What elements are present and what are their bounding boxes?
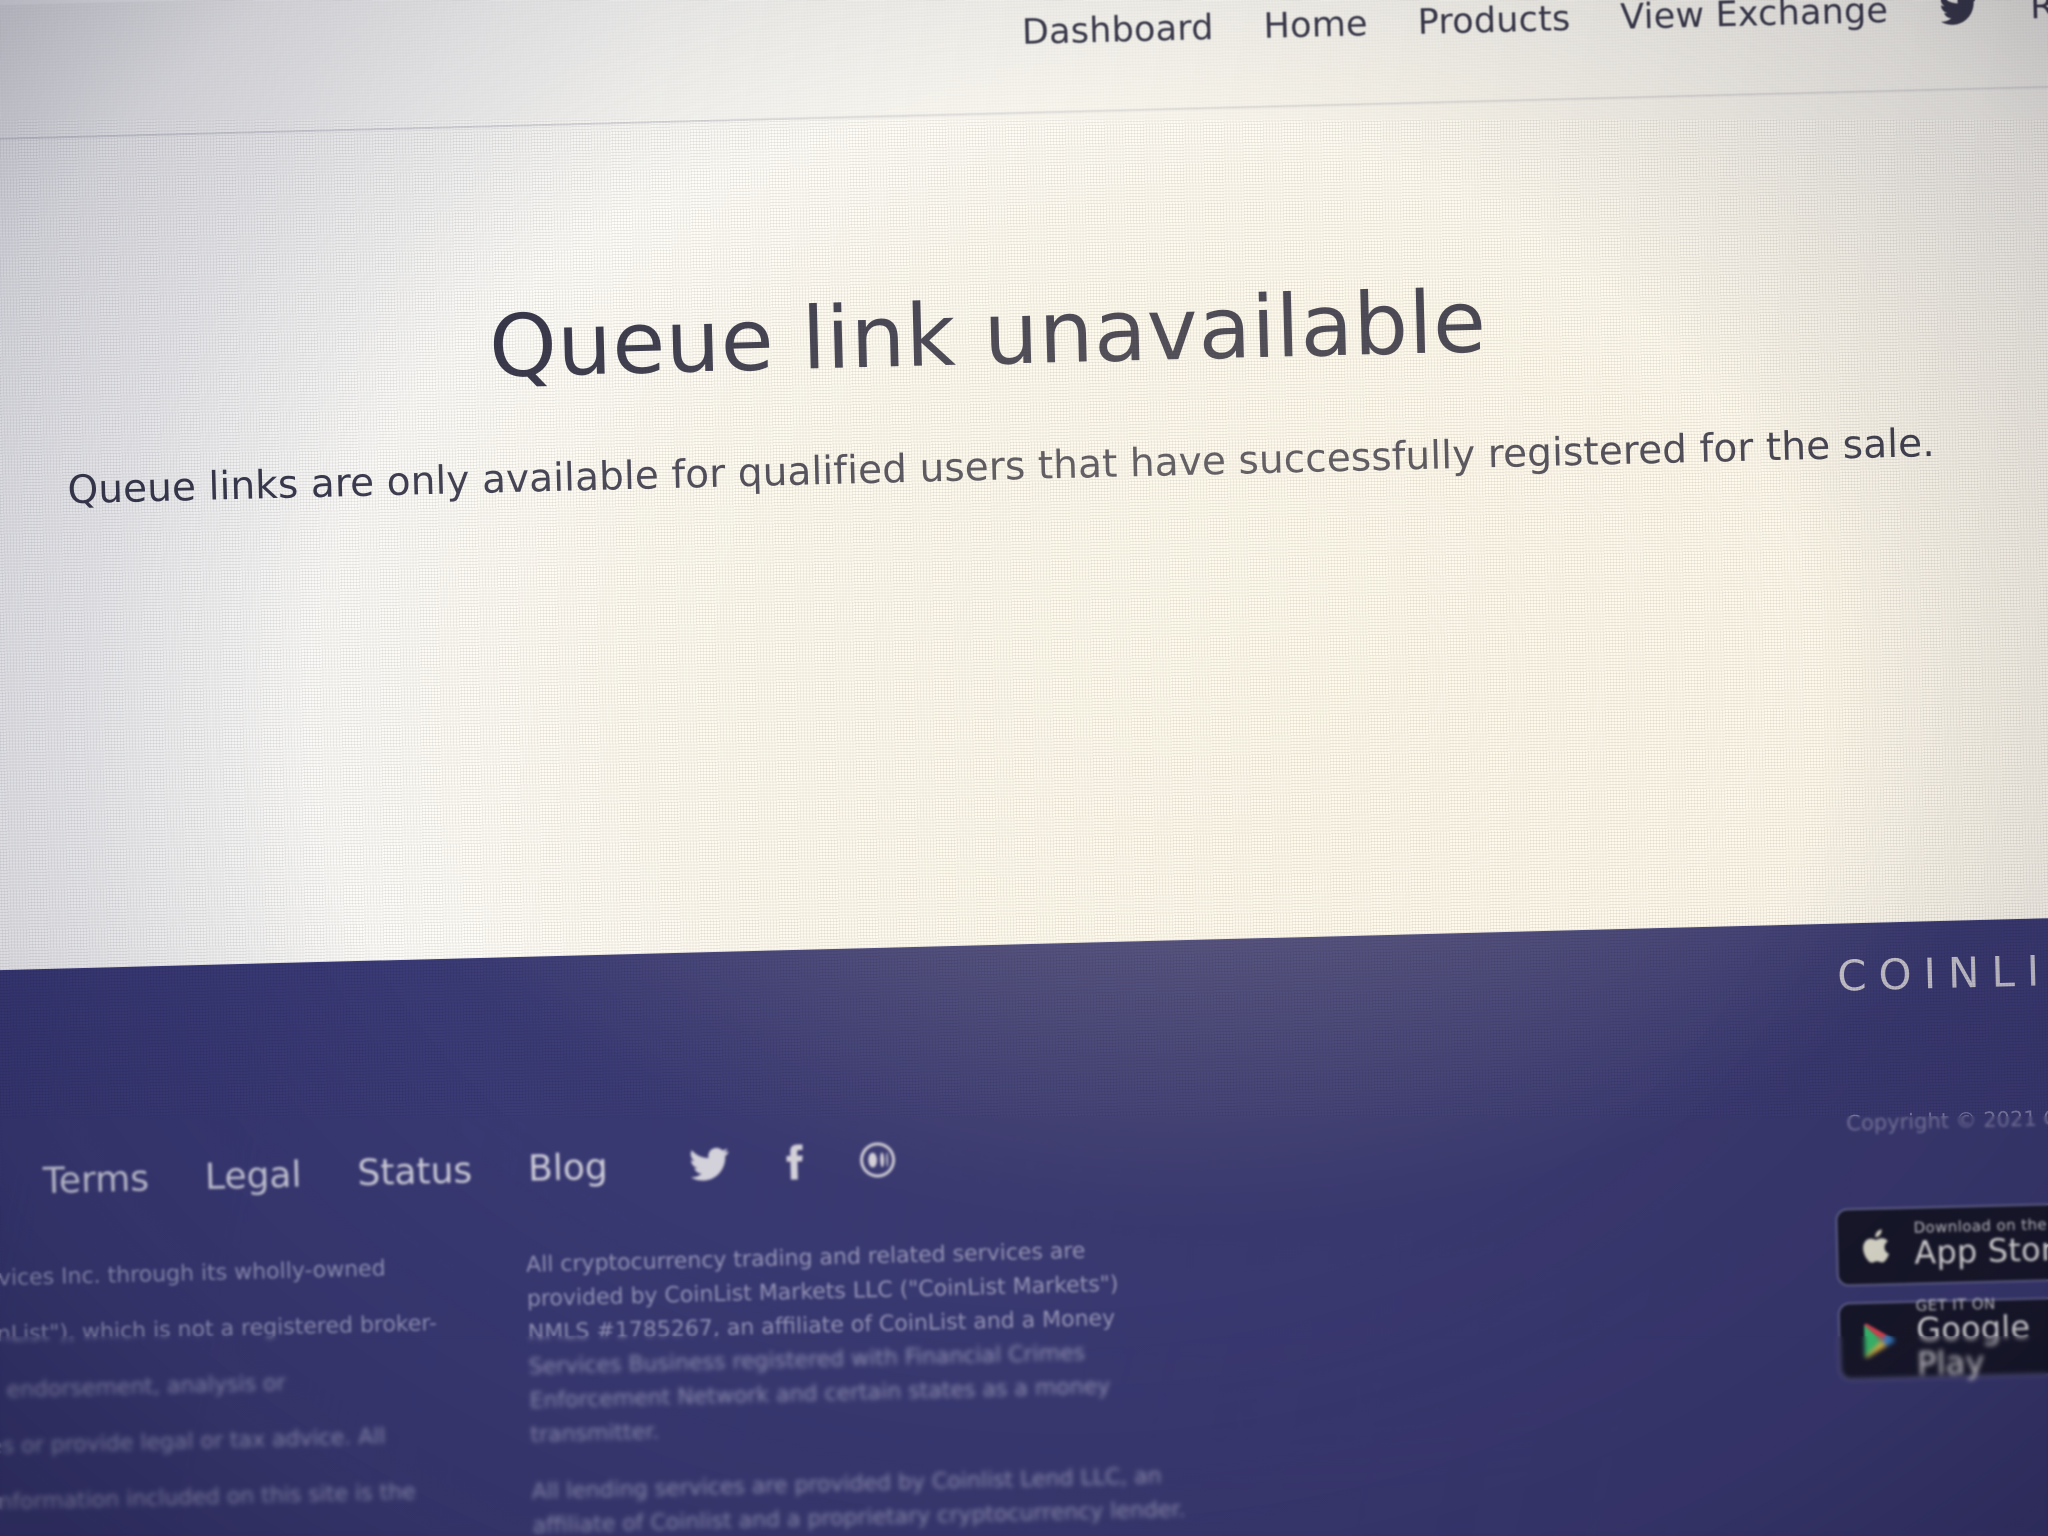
nav-link-truncated[interactable]: Re bbox=[2030, 0, 2048, 27]
legal-left-line-2: LLC (together, "CoinList"), which is not… bbox=[0, 1311, 438, 1352]
nav-link-home[interactable]: Home bbox=[1263, 4, 1368, 47]
page-subtitle: Queue links are only available for quali… bbox=[66, 420, 1936, 514]
legal-left-line-4: ect to any securities or provide legal o… bbox=[0, 1424, 386, 1465]
twitter-icon[interactable] bbox=[1938, 0, 1981, 31]
page-title: Queue link unavailable bbox=[487, 272, 1488, 398]
nav-link-view-exchange[interactable]: View Exchange bbox=[1620, 0, 1889, 38]
legal-left-line-3: investment advice, endorsement, analysis… bbox=[0, 1371, 286, 1409]
legal-left-line-1: gamated Token Services Inc. through its … bbox=[0, 1256, 386, 1296]
google-play-icon bbox=[1856, 1314, 1903, 1367]
footer-legal-right: All cryptocurrency trading and related s… bbox=[526, 1232, 1195, 1536]
browser-page: Dashboard Home Products View Exchange Re… bbox=[0, 0, 2048, 1536]
nav-link-products[interactable]: Products bbox=[1417, 0, 1571, 43]
footer-social-row bbox=[687, 1137, 900, 1186]
medium-icon[interactable] bbox=[855, 1137, 900, 1182]
legal-right-paragraph-2: All lending services are provided by Coi… bbox=[531, 1463, 1186, 1536]
app-store-badges: Download on the App Stor GET IT ON Googl… bbox=[1835, 1202, 2048, 1383]
google-play-badge[interactable]: GET IT ON Google Play bbox=[1837, 1294, 2048, 1383]
footer-legal-columns: gamated Token Services Inc. through its … bbox=[0, 1209, 2048, 1536]
google-play-badge-title: Google Play bbox=[1915, 1308, 2031, 1383]
legal-right-paragraph-1: All cryptocurrency trading and related s… bbox=[525, 1238, 1119, 1449]
coinlist-wordmark: COINLI bbox=[1836, 946, 2048, 1001]
app-store-badge-text: Download on the App Stor bbox=[1913, 1216, 2048, 1272]
app-store-badge-title: App Stor bbox=[1913, 1230, 2048, 1272]
copyright-text: Copyright © 2021 Co bbox=[1846, 1105, 2048, 1136]
footer-link-status[interactable]: Status bbox=[357, 1150, 473, 1194]
google-play-badge-text: GET IT ON Google Play bbox=[1915, 1294, 2048, 1383]
legal-left-line-5: offered by and all information included … bbox=[0, 1480, 416, 1521]
main-content: Queue link unavailable Queue links are o… bbox=[0, 87, 2048, 972]
photo-of-screen: Dashboard Home Products View Exchange Re… bbox=[0, 0, 2048, 1536]
footer-links-row: acy Terms Legal Status Blog bbox=[0, 1107, 2048, 1206]
footer-link-blog[interactable]: Blog bbox=[528, 1146, 609, 1189]
app-store-badge[interactable]: Download on the App Stor bbox=[1835, 1202, 2048, 1287]
facebook-icon[interactable] bbox=[771, 1140, 816, 1185]
apple-icon bbox=[1853, 1220, 1900, 1273]
nav-links-group: Dashboard Home Products View Exchange Re bbox=[1021, 0, 2048, 54]
footer-legal-left: gamated Token Services Inc. through its … bbox=[0, 1251, 455, 1536]
site-footer: COINLI Copyright © 2021 Co Download on t… bbox=[0, 916, 2048, 1536]
twitter-icon[interactable] bbox=[687, 1142, 732, 1187]
legal-left-line-6: nList nor any of its bbox=[0, 1531, 454, 1536]
footer-link-legal[interactable]: Legal bbox=[204, 1154, 302, 1197]
nav-link-dashboard[interactable]: Dashboard bbox=[1021, 8, 1214, 53]
footer-link-terms[interactable]: Terms bbox=[42, 1158, 149, 1202]
